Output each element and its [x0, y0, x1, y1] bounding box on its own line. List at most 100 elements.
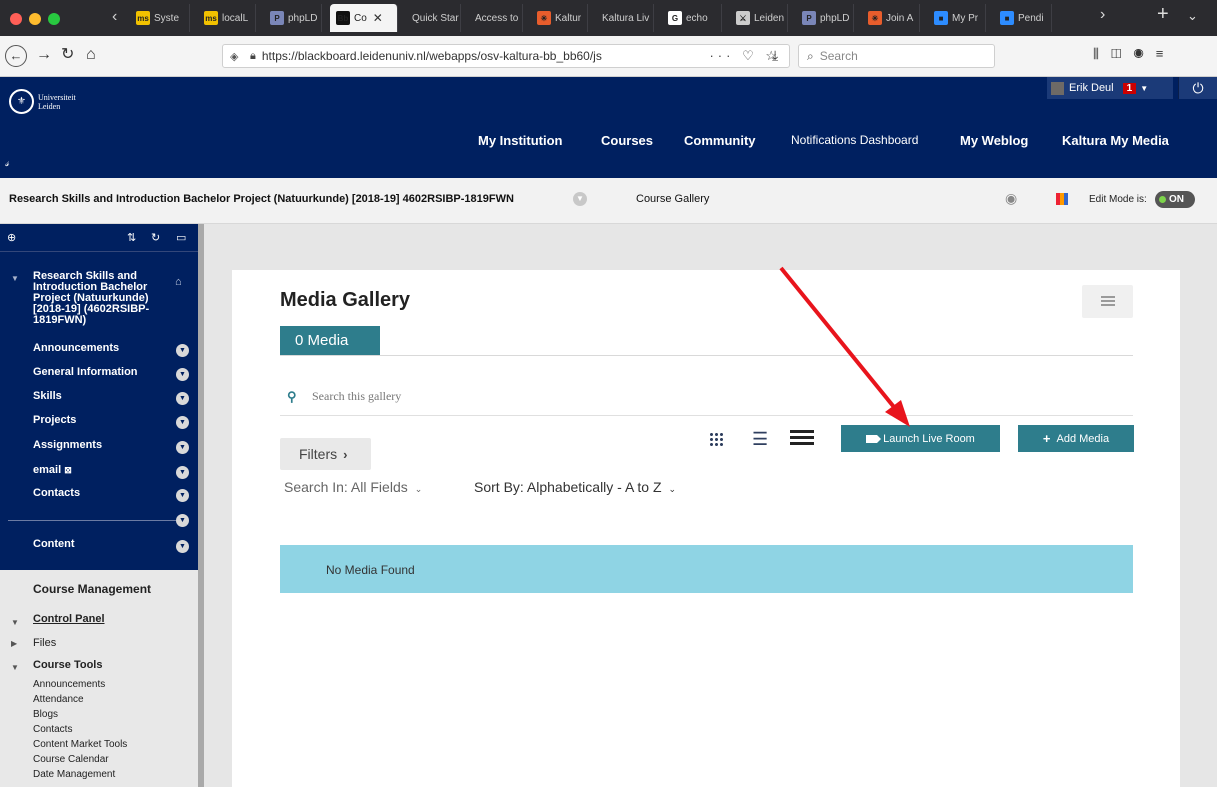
- shield-icon[interactable]: ◈: [230, 50, 242, 63]
- detailed-view-icon[interactable]: [790, 430, 814, 445]
- sidebar-item-announcements[interactable]: Announcements: [33, 342, 119, 354]
- browser-tab[interactable]: PphpLD: [264, 4, 322, 32]
- nav-my-weblog[interactable]: My Weblog: [960, 133, 1028, 148]
- sort-by-dropdown[interactable]: Sort By: Alphabetically - A to Z ⌄: [474, 479, 676, 495]
- chevron-down-icon[interactable]: ▼: [573, 192, 587, 206]
- url-bar[interactable]: ◈ 🔒︎ https://blackboard.leidenuniv.nl/we…: [222, 44, 790, 68]
- sidebar-item-email[interactable]: email ⊠: [33, 464, 72, 476]
- nav-my-institution[interactable]: My Institution: [478, 133, 563, 148]
- course-tool-link[interactable]: Announcements: [33, 679, 105, 690]
- page-actions[interactable]: ··· ♡ ☆: [709, 48, 781, 64]
- browser-tab[interactable]: ■ Pendi: [994, 4, 1052, 32]
- chevron-down-icon[interactable]: ▼: [176, 368, 189, 381]
- view-options-button[interactable]: [1082, 285, 1133, 318]
- add-menu-item-icon[interactable]: ⊕: [7, 231, 16, 244]
- tab-scroll-right-icon[interactable]: ›: [1100, 6, 1105, 24]
- account-icon[interactable]: ◉: [1133, 46, 1155, 61]
- edit-link-icon[interactable]: 𝓈: [5, 157, 9, 170]
- chevron-down-icon[interactable]: ▼: [176, 441, 189, 454]
- window-maximize-button[interactable]: [48, 13, 60, 25]
- window-close-button[interactable]: [10, 13, 22, 25]
- course-tool-link[interactable]: Content Market Tools: [33, 739, 127, 750]
- browser-tab[interactable]: ✳ Join A: [862, 4, 920, 32]
- course-tool-link[interactable]: Course Calendar: [33, 754, 109, 765]
- browser-tab[interactable]: ms localL: [198, 4, 256, 32]
- pocket-icon[interactable]: ♡: [742, 48, 758, 63]
- filters-button[interactable]: Filters ›: [280, 438, 371, 470]
- sidebar-item-content[interactable]: Content: [33, 538, 75, 550]
- collapse-arrow-icon[interactable]: ▼: [11, 274, 19, 283]
- files-link[interactable]: Files: [33, 637, 56, 649]
- list-view-icon[interactable]: ☰: [752, 430, 768, 448]
- add-media-button[interactable]: + Add Media: [1018, 425, 1134, 452]
- control-panel-heading[interactable]: Control Panel: [33, 613, 105, 625]
- home-icon[interactable]: ⌂: [175, 276, 182, 288]
- course-tool-link[interactable]: Date Management: [33, 769, 115, 780]
- course-menu-title[interactable]: Research Skills and Introduction Bachelo…: [33, 271, 163, 326]
- close-tab-icon[interactable]: ✕: [373, 11, 383, 25]
- browser-tab[interactable]: Bb Co ✕: [330, 4, 398, 32]
- reorder-icon[interactable]: ⇅: [127, 231, 136, 244]
- refresh-icon[interactable]: ↻: [151, 231, 160, 244]
- nav-community[interactable]: Community: [684, 133, 756, 148]
- grid-view-icon[interactable]: [709, 432, 723, 446]
- color-palette-icon[interactable]: [1056, 193, 1068, 205]
- sidebar-item-projects[interactable]: Projects: [33, 414, 76, 426]
- collapse-arrow-icon[interactable]: ▼: [11, 618, 19, 627]
- edit-mode-toggle[interactable]: ON: [1155, 191, 1195, 208]
- user-menu[interactable]: Erik Deul 1 ▼: [1047, 77, 1173, 99]
- tab-media[interactable]: 0 Media: [280, 326, 380, 355]
- window-minimize-button[interactable]: [29, 13, 41, 25]
- browser-tab[interactable]: Kaltura Liv: [596, 4, 654, 32]
- chevron-down-icon[interactable]: ▼: [176, 392, 189, 405]
- new-tab-button[interactable]: +: [1157, 3, 1169, 26]
- folder-view-icon[interactable]: ▭: [176, 231, 186, 244]
- collapse-arrow-icon[interactable]: ▼: [11, 663, 19, 672]
- chevron-down-icon[interactable]: ▼: [176, 540, 189, 553]
- nav-kaltura-my-media[interactable]: Kaltura My Media: [1062, 133, 1169, 148]
- url-text[interactable]: https://blackboard.leidenuniv.nl/webapps…: [262, 49, 662, 63]
- course-tool-link[interactable]: Blogs: [33, 709, 58, 720]
- menu-icon[interactable]: ≡: [1156, 46, 1176, 61]
- home-icon[interactable]: ⌂: [86, 45, 96, 65]
- breadcrumb-course[interactable]: Research Skills and Introduction Bachelo…: [9, 193, 514, 205]
- nav-notifications-dashboard[interactable]: Notifications Dashboard: [791, 133, 918, 147]
- nav-courses[interactable]: Courses: [601, 133, 653, 148]
- student-preview-icon[interactable]: ◉: [1005, 190, 1017, 207]
- browser-tab[interactable]: ✳ Kaltur: [531, 4, 588, 32]
- browser-search-field[interactable]: ⌕ Search: [798, 44, 995, 68]
- logout-power-icon[interactable]: ⏻: [1178, 77, 1217, 99]
- download-icon[interactable]: ⤓: [772, 45, 778, 65]
- back-icon[interactable]: ←: [5, 45, 27, 67]
- browser-tab[interactable]: Access to: [469, 4, 523, 32]
- tab-scroll-left-icon[interactable]: ‹: [112, 8, 117, 26]
- sidebar-item-contacts[interactable]: Contacts: [33, 487, 80, 499]
- reload-icon[interactable]: ↻: [61, 45, 74, 65]
- sidebar-item-general-information[interactable]: General Information: [33, 366, 138, 378]
- library-icon[interactable]: ⫼: [1093, 46, 1111, 61]
- chevron-down-icon[interactable]: ▼: [176, 416, 189, 429]
- browser-tab[interactable]: ⚔ Leiden: [730, 4, 788, 32]
- forward-icon[interactable]: →: [36, 45, 52, 65]
- chevron-down-icon[interactable]: ▼: [176, 489, 189, 502]
- sidebar-item-assignments[interactable]: Assignments: [33, 439, 102, 451]
- browser-tab[interactable]: ms Syste: [130, 4, 190, 32]
- launch-live-room-button[interactable]: Launch Live Room: [841, 425, 1000, 452]
- course-tool-link[interactable]: Contacts: [33, 724, 72, 735]
- gallery-search-input[interactable]: [312, 384, 1012, 408]
- university-logo[interactable]: ⚜ Universiteit Leiden: [9, 89, 76, 114]
- search-in-dropdown[interactable]: Search In: All Fields ⌄: [284, 479, 422, 495]
- expand-arrow-icon[interactable]: ▶: [11, 639, 17, 648]
- lock-icon[interactable]: 🔒︎: [250, 50, 256, 63]
- course-tool-link[interactable]: Attendance: [33, 694, 84, 705]
- sidebar-item-skills[interactable]: Skills: [33, 390, 62, 402]
- browser-tab[interactable]: Gecho: [662, 4, 722, 32]
- chevron-down-icon[interactable]: ▼: [176, 466, 189, 479]
- course-tools-heading[interactable]: Course Tools: [33, 659, 102, 671]
- tab-list-chevron-icon[interactable]: ⌄: [1187, 8, 1198, 24]
- chevron-down-icon[interactable]: ▼: [176, 514, 189, 527]
- sidebar-icon[interactable]: ◫: [1111, 46, 1133, 61]
- browser-tab[interactable]: ■ My Pr: [928, 4, 986, 32]
- browser-tab[interactable]: PphpLD: [796, 4, 854, 32]
- browser-tab[interactable]: Quick Star: [406, 4, 461, 32]
